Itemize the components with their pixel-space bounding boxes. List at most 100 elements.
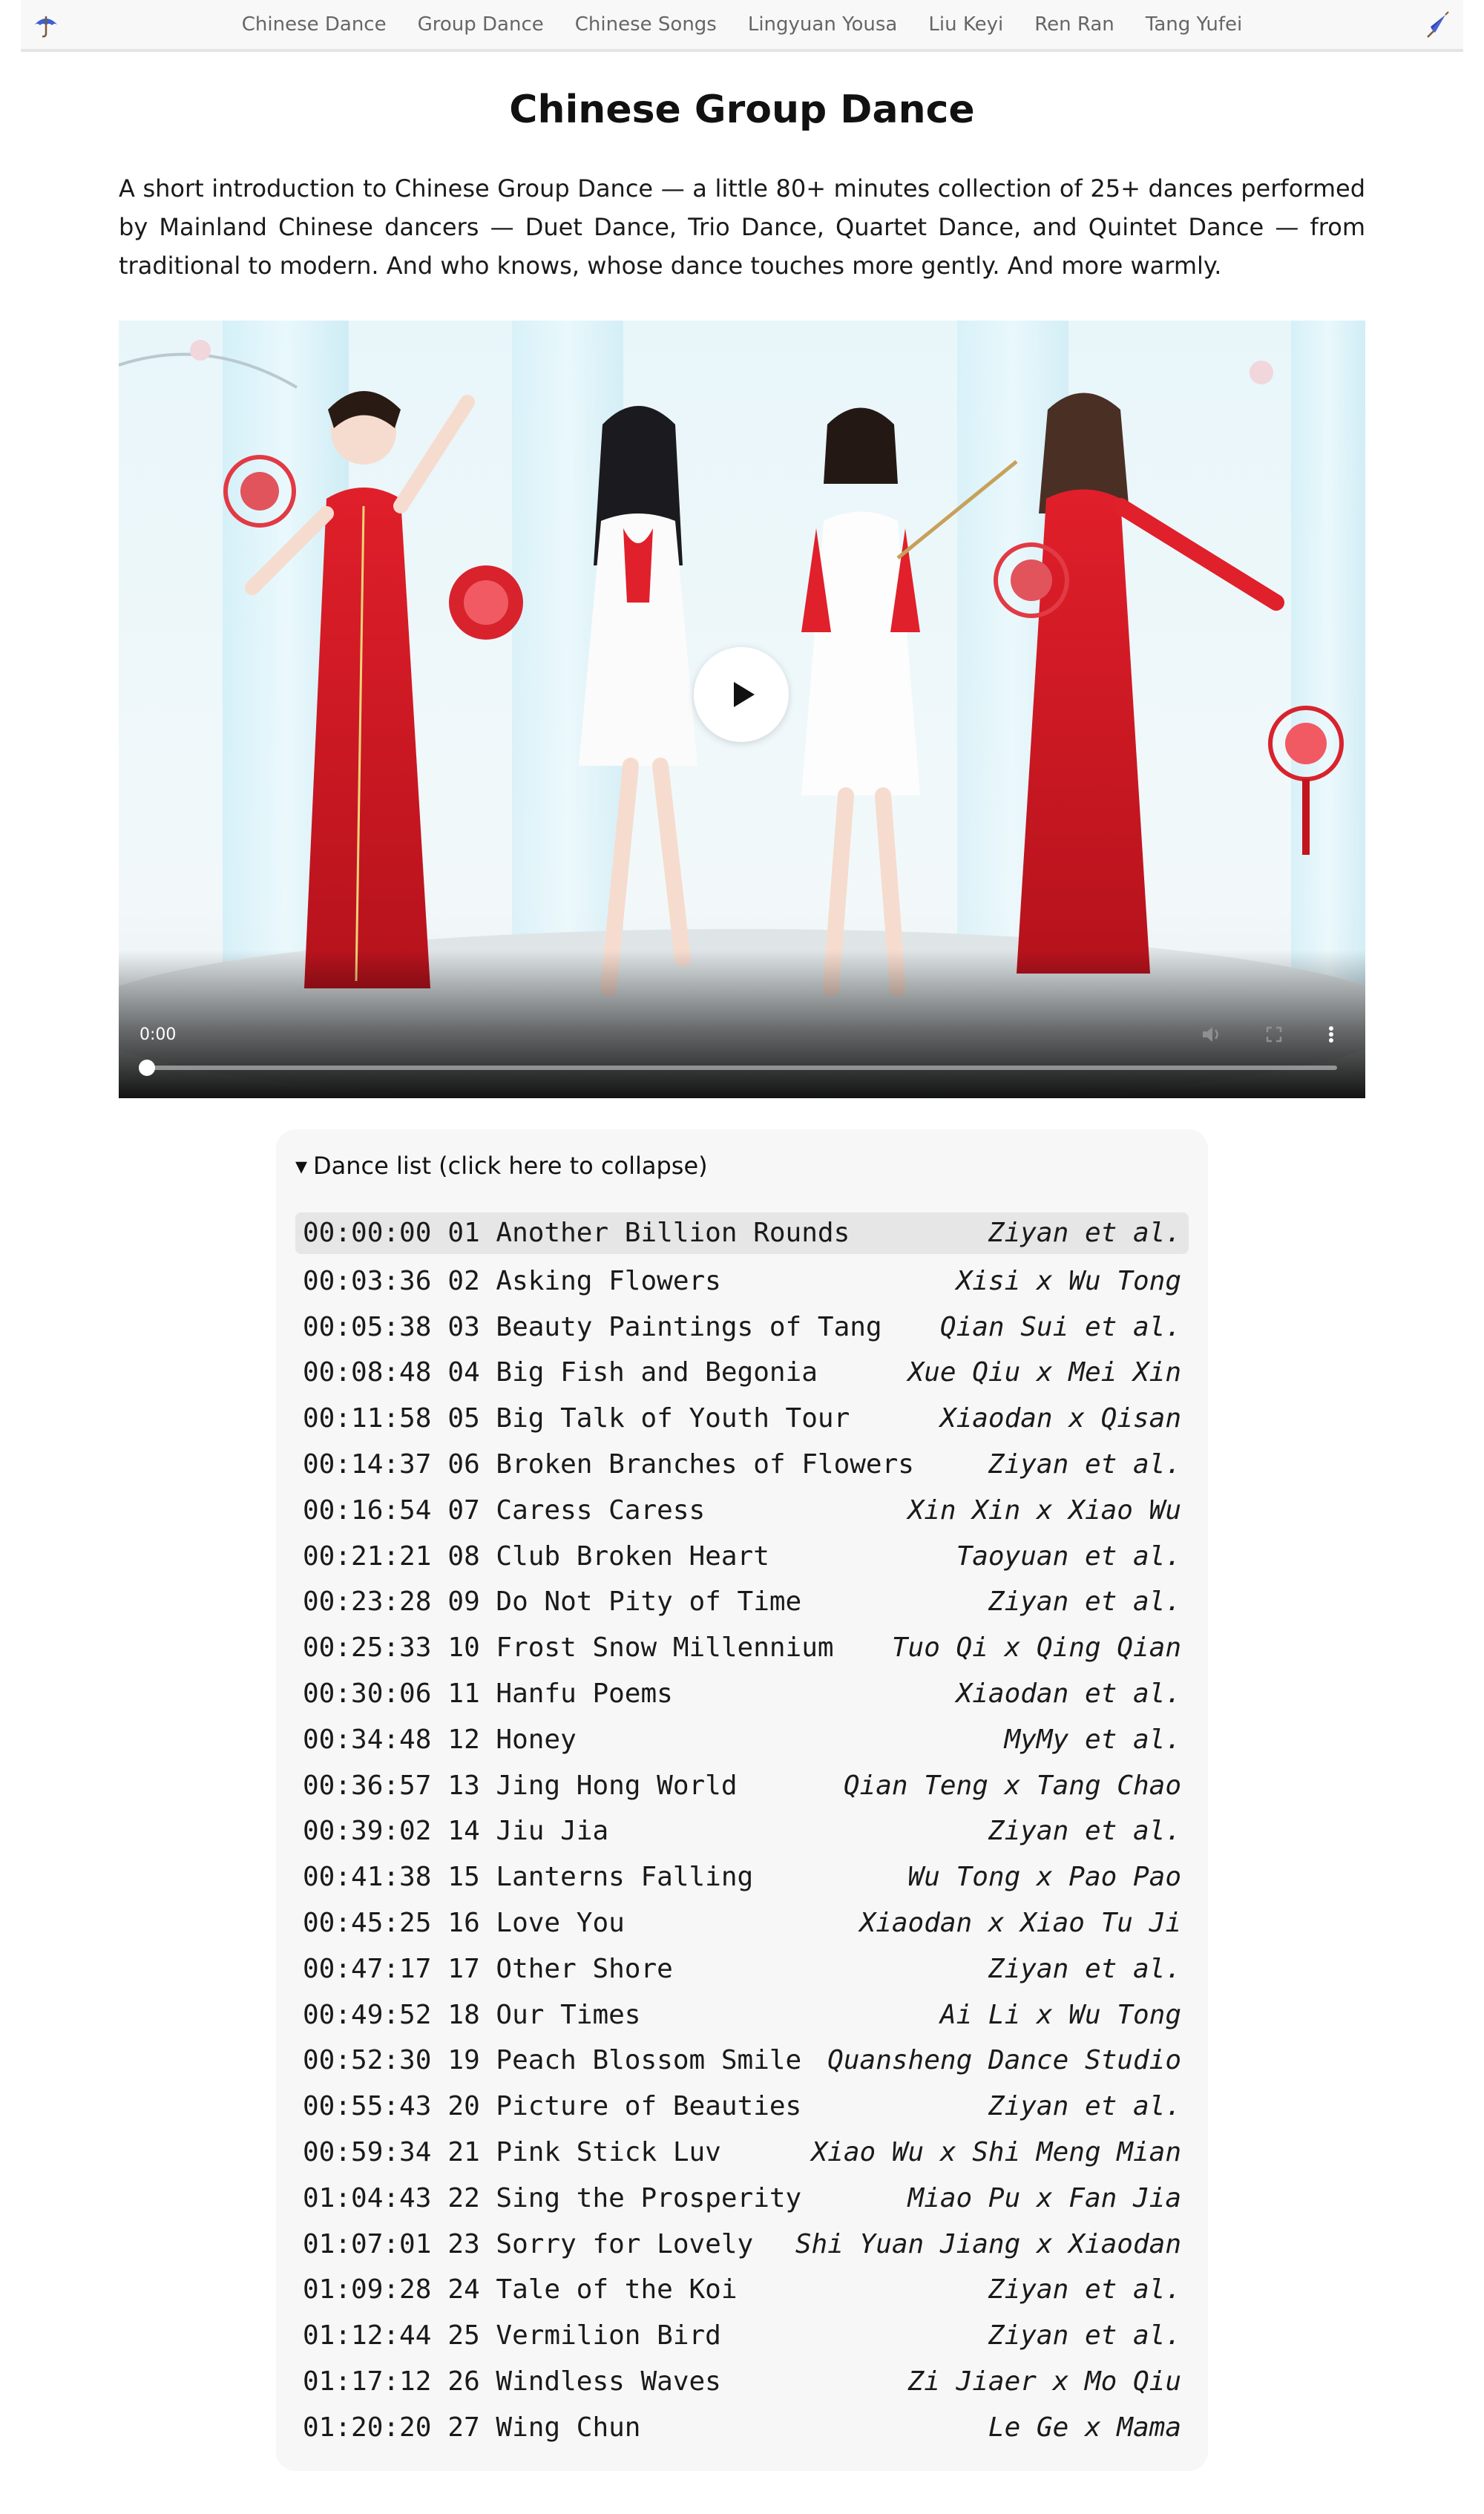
dance-list-item[interactable]: 00:05:38 03 Beauty Paintings of Tang Qian … [295, 1304, 1189, 1350]
caret-down-icon: ▾ [295, 1152, 308, 1180]
dance-list-item[interactable]: 01:04:43 22 Sing the Prosperity Miao Pu x … [295, 2176, 1189, 2222]
play-icon [734, 682, 755, 707]
dance-title: 22 Sing the Prosperity [447, 2182, 802, 2213]
dance-timestamp: 00:11:58 [303, 1403, 432, 1434]
dance-list-item[interactable]: 00:23:28 09 Do Not Pity of Time Ziyan et a… [295, 1579, 1189, 1625]
nav-link-ren-ran[interactable]: Ren Ran [1019, 13, 1130, 36]
dance-performers: Ziyan et al. [988, 1448, 1181, 1480]
dance-performers: Qian Teng x Tang Chao [843, 1770, 1181, 1801]
nav-link-liu-keyi[interactable]: Liu Keyi [913, 13, 1019, 36]
dance-title: 10 Frost Snow Millennium [447, 1632, 834, 1664]
dance-timestamp: 00:25:33 [303, 1632, 432, 1664]
dance-list: 00:00:00 01 Another Billion Rounds Ziyan e… [295, 1212, 1189, 2451]
dance-timestamp: 00:45:25 [303, 1907, 432, 1938]
progress-bar[interactable] [139, 1060, 1337, 1076]
dance-performers: Ziyan et al. [988, 2274, 1181, 2305]
dance-timestamp: 00:39:02 [303, 1816, 432, 1847]
dance-title: 21 Pink Stick Luv [447, 2136, 721, 2167]
dance-timestamp: 00:47:17 [303, 1953, 432, 1984]
dance-performers: Ziyan et al. [988, 1586, 1181, 1618]
dance-performers: Xue Qiu x Mei Xin [907, 1357, 1181, 1388]
dance-performers: Le Ge x Mama [988, 2412, 1181, 2443]
dance-timestamp: 00:30:06 [303, 1678, 432, 1709]
dance-list-item[interactable]: 01:12:44 25 Vermilion Bird Ziyan et al. [295, 2313, 1189, 2359]
play-button[interactable] [694, 647, 789, 742]
dance-performers: Quansheng Dance Studio [827, 2045, 1181, 2076]
dance-list-item[interactable]: 00:00:00 01 Another Billion Rounds Ziyan e… [295, 1212, 1189, 1254]
controls-overlay [119, 950, 1365, 1098]
dance-performers: Ziyan et al. [988, 2091, 1181, 2122]
dance-performers: Taoyuan et al. [956, 1540, 1181, 1572]
dance-performers: Xiaodan x Qisan [939, 1403, 1181, 1434]
dance-performers: Miao Pu x Fan Jia [907, 2182, 1181, 2213]
dance-timestamp: 00:52:30 [303, 2045, 432, 2076]
dance-list-item[interactable]: 00:03:36 02 Asking Flowers Xisi x Wu Tong [295, 1258, 1189, 1304]
more-options-icon[interactable] [1315, 1018, 1347, 1051]
nav-link-chinese-songs[interactable]: Chinese Songs [559, 13, 732, 36]
dance-title: 27 Wing Chun [447, 2412, 641, 2443]
dance-list-item[interactable]: 00:16:54 07 Caress Caress Xin Xin x Xiao W… [295, 1488, 1189, 1534]
dance-list-item[interactable]: 00:08:48 04 Big Fish and Begonia Xue Qiu x… [295, 1350, 1189, 1396]
current-time: 0:00 [139, 1025, 177, 1044]
dance-title: 24 Tale of the Koi [447, 2274, 738, 2305]
dance-list-item[interactable]: 00:34:48 12 Honey MyMy et al. [295, 1717, 1189, 1763]
dance-timestamp: 00:36:57 [303, 1770, 432, 1801]
dance-list-toggle[interactable]: ▾ Dance list (click here to collapse) [295, 1152, 708, 1180]
dance-list-item[interactable]: 01:20:20 27 Wing Chun Le Ge x Mama [295, 2405, 1189, 2451]
dance-list-item[interactable]: 01:09:28 24 Tale of the Koi Ziyan et al. [295, 2267, 1189, 2313]
dance-list-panel: ▾ Dance list (click here to collapse) 00:… [276, 1129, 1208, 2471]
dance-performers: Qian Sui et al. [939, 1311, 1181, 1342]
dance-list-item[interactable]: 00:30:06 11 Hanfu Poems Xiaodan et al. [295, 1671, 1189, 1717]
dance-timestamp: 01:17:12 [303, 2366, 432, 2397]
dance-title: 18 Our Times [447, 1999, 641, 2030]
dance-performers: Zi Jiaer x Mo Qiu [907, 2366, 1181, 2397]
video-player[interactable]: 0:00 [119, 321, 1365, 1098]
dance-title: 06 Broken Branches of Flowers [447, 1448, 914, 1480]
dance-timestamp: 01:09:28 [303, 2274, 432, 2305]
dance-timestamp: 00:00:00 [303, 1218, 432, 1248]
nav-link-lingyuan-yousa[interactable]: Lingyuan Yousa [732, 13, 913, 36]
volume-icon[interactable] [1195, 1018, 1227, 1051]
dance-list-item[interactable]: 00:21:21 08 Club Broken Heart Taoyuan et a… [295, 1534, 1189, 1580]
dance-performers: Xiaodan x Xiao Tu Ji [859, 1907, 1181, 1938]
closed-umbrella-icon[interactable] [1423, 10, 1453, 40]
dance-list-item[interactable]: 00:14:37 06 Broken Branches of Flowers Ziy… [295, 1442, 1189, 1488]
dance-list-item[interactable]: 00:59:34 21 Pink Stick Luv Xiao Wu x Shi M… [295, 2130, 1189, 2176]
dance-timestamp: 00:59:34 [303, 2136, 432, 2167]
nav-link-chinese-dance[interactable]: Chinese Dance [226, 13, 402, 36]
dance-timestamp: 00:05:38 [303, 1311, 432, 1342]
dance-performers: Xin Xin x Xiao Wu [907, 1494, 1181, 1526]
dance-performers: Xisi x Wu Tong [956, 1265, 1181, 1296]
dance-timestamp: 01:12:44 [303, 2320, 432, 2351]
nav-link-group-dance[interactable]: Group Dance [402, 13, 559, 36]
dance-list-item[interactable]: 00:49:52 18 Our Times Ai Li x Wu Tong [295, 1992, 1189, 2038]
dance-timestamp: 00:21:21 [303, 1540, 432, 1572]
dance-title: 02 Asking Flowers [447, 1265, 721, 1296]
dance-title: 25 Vermilion Bird [447, 2320, 721, 2351]
dance-list-item[interactable]: 00:11:58 05 Big Talk of Youth Tour Xiaodan… [295, 1396, 1189, 1442]
nav-links: Chinese Dance Group Dance Chinese Songs … [21, 0, 1463, 49]
dance-list-item[interactable]: 00:47:17 17 Other Shore Ziyan et al. [295, 1946, 1189, 1992]
dance-list-item[interactable]: 01:07:01 23 Sorry for Lovely Shi Yuan Jian… [295, 2222, 1189, 2268]
dance-list-item[interactable]: 00:25:33 10 Frost Snow Millennium Tuo Qi x… [295, 1625, 1189, 1671]
dance-title: 11 Hanfu Poems [447, 1678, 673, 1709]
dance-timestamp: 00:14:37 [303, 1448, 432, 1480]
progress-thumb[interactable] [139, 1060, 155, 1076]
dance-list-item[interactable]: 00:55:43 20 Picture of Beauties Ziyan et a… [295, 2084, 1189, 2130]
dance-performers: Wu Tong x Pao Pao [907, 1862, 1181, 1893]
dance-title: 23 Sorry for Lovely [447, 2228, 754, 2259]
fullscreen-icon[interactable] [1258, 1018, 1290, 1051]
dance-list-item[interactable]: 00:52:30 19 Peach Blossom Smile Quansheng … [295, 2038, 1189, 2084]
nav-link-tang-yufei[interactable]: Tang Yufei [1130, 13, 1258, 36]
dance-list-item[interactable]: 00:39:02 14 Jiu Jia Ziyan et al. [295, 1808, 1189, 1854]
dance-list-item[interactable]: 01:17:12 26 Windless Waves Zi Jiaer x Mo Q… [295, 2359, 1189, 2405]
dance-title: 05 Big Talk of Youth Tour [447, 1403, 850, 1434]
dance-performers: Ziyan et al. [988, 2320, 1181, 2351]
dance-list-item[interactable]: 00:41:38 15 Lanterns Falling Wu Tong x Pao… [295, 1854, 1189, 1900]
dance-timestamp: 00:41:38 [303, 1862, 432, 1893]
dance-list-item[interactable]: 00:45:25 16 Love You Xiaodan x Xiao Tu Ji [295, 1900, 1189, 1946]
dance-timestamp: 00:08:48 [303, 1357, 432, 1388]
dance-list-item[interactable]: 00:36:57 13 Jing Hong World Qian Teng x Ta… [295, 1763, 1189, 1809]
dance-performers: Xiao Wu x Shi Meng Mian [811, 2136, 1182, 2167]
dance-title: 17 Other Shore [447, 1953, 673, 1984]
